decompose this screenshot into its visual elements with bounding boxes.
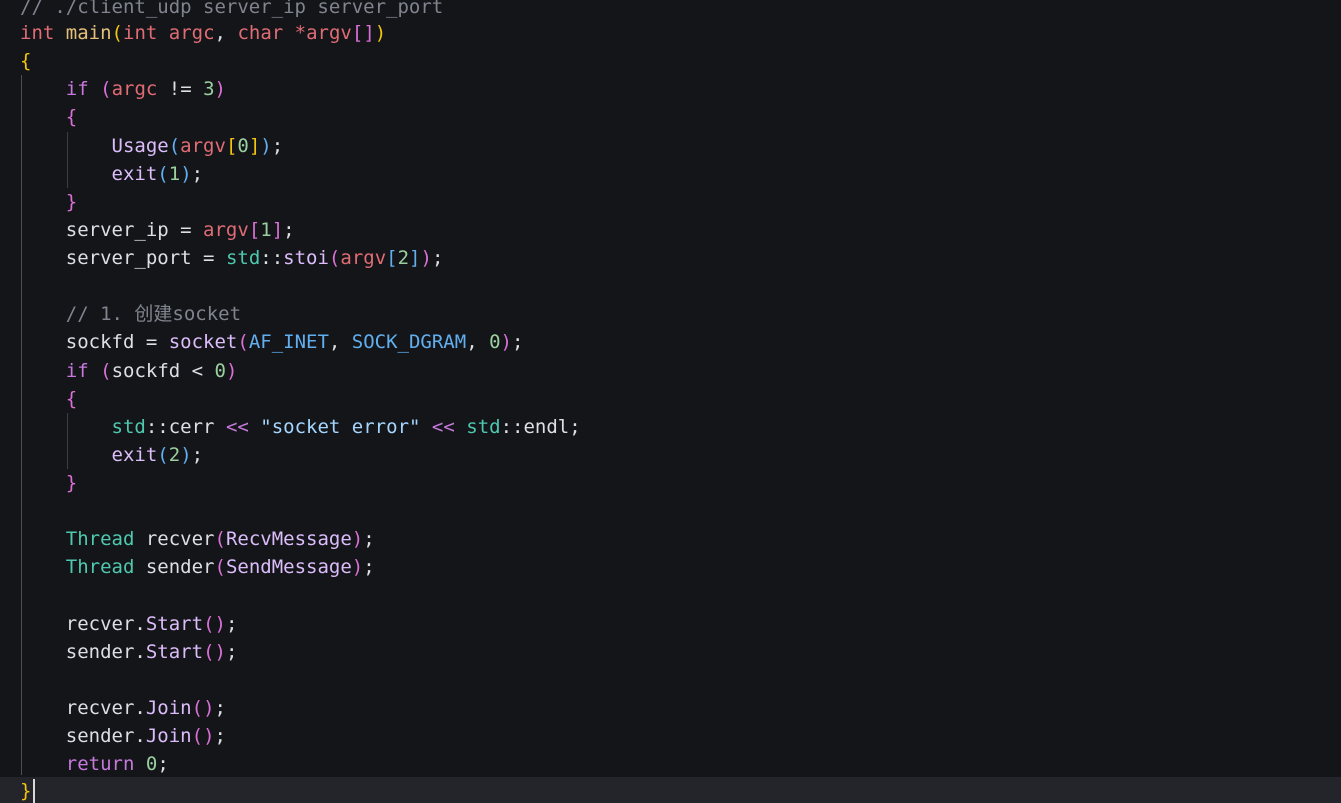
code-text: {: [20, 50, 32, 72]
code-line[interactable]: sender.Join();: [0, 722, 1341, 750]
code-line[interactable]: }: [0, 469, 1341, 497]
code-text: return 0;: [65, 753, 169, 775]
code-text: }: [65, 472, 78, 494]
code-text: sockfd = socket(AF_INET, SOCK_DGRAM, 0);: [65, 331, 524, 353]
current-code-line[interactable]: }: [0, 777, 1341, 803]
code-text: int main(int argc, char *argv[]): [20, 22, 387, 44]
code-line[interactable]: exit(1);: [0, 160, 1341, 188]
code-text: if (argc != 3): [65, 78, 226, 100]
code-line[interactable]: // 1. 创建socket: [0, 300, 1341, 328]
code-line[interactable]: {: [0, 103, 1341, 131]
code-text: server_port = std::stoi(argv[2]);: [65, 247, 444, 269]
code-line[interactable]: return 0;: [0, 750, 1341, 778]
code-line[interactable]: sender.Start();: [0, 638, 1341, 666]
code-text: }: [65, 191, 78, 213]
code-line[interactable]: server_ip = argv[1];: [0, 216, 1341, 244]
code-text: sender.Start();: [65, 641, 238, 663]
code-text: sender.Join();: [65, 725, 226, 747]
code-line[interactable]: int main(int argc, char *argv[]): [0, 19, 1341, 47]
code-text: // ./client_udp server_ip server_port: [20, 0, 444, 18]
code-line[interactable]: Thread sender(SendMessage);: [0, 553, 1341, 581]
code-line[interactable]: recver.Start();: [0, 610, 1341, 638]
code-line[interactable]: sockfd = socket(AF_INET, SOCK_DGRAM, 0);: [0, 328, 1341, 356]
code-text: if (sockfd < 0): [65, 360, 238, 382]
code-text: server_ip = argv[1];: [65, 219, 295, 241]
code-line[interactable]: if (sockfd < 0): [0, 357, 1341, 385]
code-line[interactable]: }: [0, 188, 1341, 216]
code-text: exit(1);: [111, 163, 204, 185]
code-line[interactable]: if (argc != 3): [0, 75, 1341, 103]
code-text: {: [65, 106, 78, 128]
code-line[interactable]: std::cerr << "socket error" << std::endl…: [0, 413, 1341, 441]
code-line[interactable]: Thread recver(RecvMessage);: [0, 525, 1341, 553]
code-text: std::cerr << "socket error" << std::endl…: [111, 416, 581, 438]
code-line[interactable]: exit(2);: [0, 441, 1341, 469]
code-line[interactable]: recver.Join();: [0, 694, 1341, 722]
code-text: recver.Start();: [65, 613, 238, 635]
code-editor[interactable]: // ./client_udp server_ip server_port in…: [0, 0, 1341, 803]
code-line[interactable]: // ./client_udp server_ip server_port: [0, 0, 1341, 21]
text-cursor: [33, 779, 35, 803]
code-text: recver.Join();: [65, 697, 226, 719]
code-text: Thread sender(SendMessage);: [65, 556, 375, 578]
code-line[interactable]: {: [0, 385, 1341, 413]
code-text: Thread recver(RecvMessage);: [65, 528, 375, 550]
code-text: exit(2);: [111, 444, 204, 466]
code-text: Usage(argv[0]);: [111, 135, 284, 157]
code-line[interactable]: server_port = std::stoi(argv[2]);: [0, 244, 1341, 272]
code-text: {: [65, 388, 78, 410]
code-line[interactable]: Usage(argv[0]);: [0, 132, 1341, 160]
code-line[interactable]: {: [0, 47, 1341, 75]
code-text: // 1. 创建socket: [65, 303, 242, 325]
code-text: }: [20, 780, 32, 802]
